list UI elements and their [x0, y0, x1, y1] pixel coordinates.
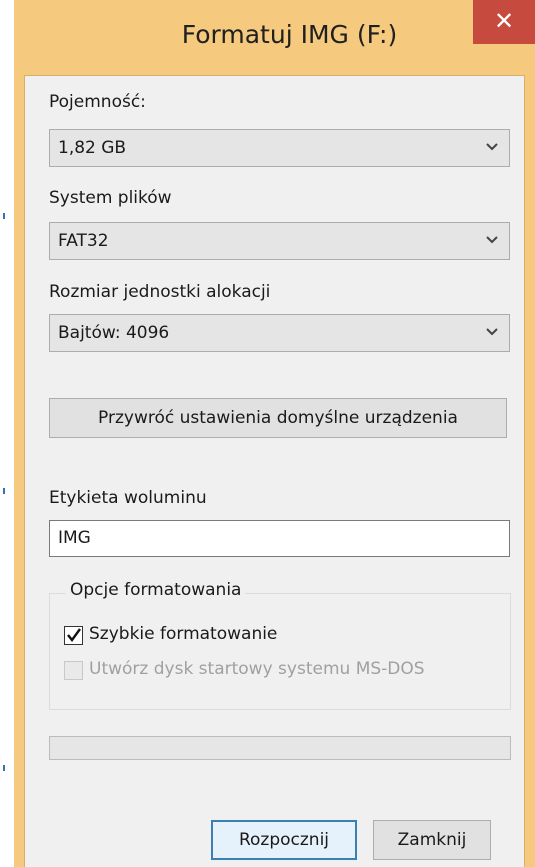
ms-dos-startup-label: Utwórz dysk startowy systemu MS-DOS — [89, 659, 425, 679]
window-title: Formatuj IMG (F:) — [181, 20, 398, 49]
close-window-button[interactable]: ✕ — [473, 0, 535, 44]
start-button[interactable]: Rozpocznij — [211, 820, 357, 860]
file-system-select[interactable]: FAT32 — [49, 222, 510, 260]
file-system-value: FAT32 — [58, 231, 109, 251]
quick-format-label: Szybkie formatowanie — [89, 624, 278, 644]
close-button[interactable]: Zamknij — [373, 820, 491, 860]
volume-label-input[interactable]: IMG — [49, 520, 510, 557]
volume-label-value: IMG — [58, 528, 91, 548]
format-progress-bar — [49, 736, 511, 760]
allocation-unit-select[interactable]: Bajtów: 4096 — [49, 314, 510, 352]
background-window-edge — [0, 0, 15, 867]
allocation-unit-label: Rozmiar jednostki alokacji — [49, 282, 271, 302]
restore-defaults-button[interactable]: Przywróć ustawienia domyślne urządzenia — [49, 398, 507, 438]
background-window-mark — [3, 488, 10, 494]
format-options-title: Opcje formatowania — [66, 580, 246, 600]
volume-label-label: Etykieta woluminu — [49, 488, 207, 508]
background-window-mark — [3, 765, 10, 771]
ms-dos-startup-checkbox — [64, 661, 83, 680]
capacity-label: Pojemność: — [49, 92, 146, 112]
close-icon: ✕ — [493, 7, 515, 35]
screen: Formatuj IMG (F:) ✕ Pojemność: 1,82 GB S… — [0, 0, 535, 867]
file-system-label: System plików — [49, 188, 172, 208]
allocation-unit-value: Bajtów: 4096 — [58, 323, 170, 343]
dialog-body: Pojemność: 1,82 GB System plików FAT32 R… — [24, 75, 525, 867]
checkmark-icon — [67, 628, 81, 642]
quick-format-checkbox[interactable] — [64, 626, 83, 645]
capacity-select[interactable]: 1,82 GB — [49, 129, 510, 167]
chevron-down-icon — [486, 143, 498, 151]
chevron-down-icon — [486, 236, 498, 244]
format-options-group: Opcje formatowania Szybkie formatowanie … — [49, 580, 511, 710]
background-window-mark — [3, 213, 10, 219]
title-bar[interactable]: Formatuj IMG (F:) ✕ — [14, 0, 535, 75]
format-dialog: Formatuj IMG (F:) ✕ Pojemność: 1,82 GB S… — [14, 0, 535, 867]
chevron-down-icon — [486, 328, 498, 336]
capacity-value: 1,82 GB — [58, 138, 127, 158]
